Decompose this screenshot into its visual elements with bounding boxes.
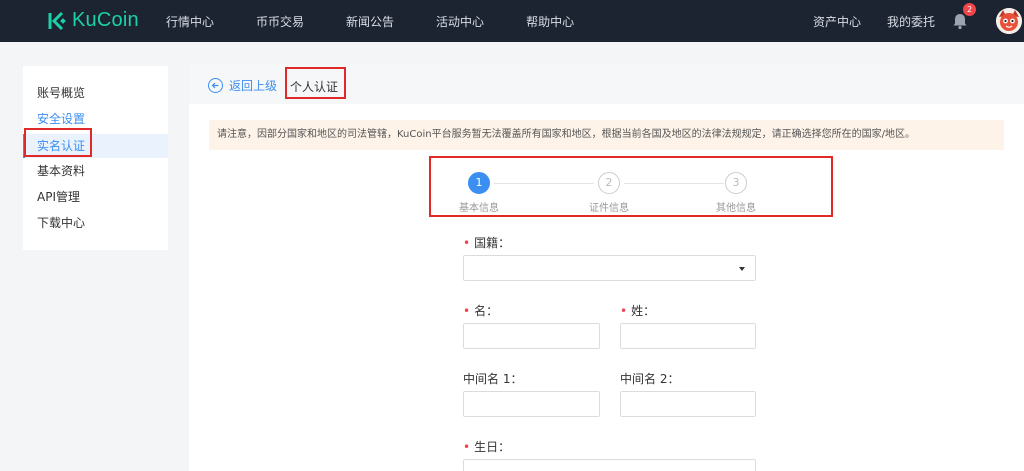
brand-name: KuCoin: [72, 9, 139, 31]
page-title: 个人认证: [290, 80, 339, 94]
back-button[interactable]: 返回上级: [208, 77, 277, 94]
last-name-label: • 姓：: [620, 304, 656, 318]
step-connector: [494, 183, 594, 184]
chevron-down-icon: [739, 267, 745, 271]
user-nav: 资产中心 我的委托: [813, 0, 961, 42]
nav-markets[interactable]: 行情中心: [166, 13, 214, 30]
sidebar-item-security[interactable]: 安全设置: [23, 107, 168, 131]
middle-name-2-label: 中间名 2：: [620, 372, 680, 386]
step-3-indicator: 3: [725, 172, 747, 194]
birthday-input[interactable]: [463, 459, 756, 471]
nationality-select[interactable]: [463, 255, 756, 281]
notification-badge: 2: [963, 3, 976, 16]
avatar[interactable]: [996, 8, 1022, 34]
first-name-input[interactable]: [463, 323, 600, 349]
first-name-label: • 名：: [463, 304, 499, 318]
nav-help-center[interactable]: 帮助中心: [526, 13, 574, 30]
nav-news[interactable]: 新闻公告: [346, 13, 394, 30]
step-1-indicator: 1: [468, 172, 490, 194]
sidebar-item-basic-info[interactable]: 基本资料: [23, 159, 168, 183]
birthday-label: • 生日：: [463, 440, 511, 454]
step-2-indicator: 2: [598, 172, 620, 194]
middle-name-2-input[interactable]: [620, 391, 756, 417]
breadcrumb: 返回上级 个人认证: [189, 64, 1024, 104]
back-arrow-icon: [208, 78, 223, 93]
nav-spot-trading[interactable]: 币币交易: [256, 13, 304, 30]
nav-activities[interactable]: 活动中心: [436, 13, 484, 30]
step-3-label: 其他信息: [716, 203, 756, 214]
sidebar-item-account-overview[interactable]: 账号概览: [23, 81, 168, 105]
jurisdiction-notice: 请注意，因部分国家和地区的司法管辖，KuCoin平台服务暂无法覆盖所有国家和地区…: [209, 120, 1004, 150]
step-connector: [624, 183, 724, 184]
last-name-input[interactable]: [620, 323, 756, 349]
step-2-label: 证件信息: [589, 203, 629, 214]
step-1-label: 基本信息: [459, 203, 499, 214]
sidebar-item-downloads[interactable]: 下载中心: [23, 211, 168, 235]
nav-assets[interactable]: 资产中心: [813, 13, 861, 30]
middle-name-1-input[interactable]: [463, 391, 600, 417]
nationality-label: • 国籍：: [463, 236, 511, 250]
kyc-stepper: 1 2 3 基本信息 证件信息 其他信息: [444, 172, 756, 218]
account-sidebar: 账号概览 安全设置 实名认证 基本资料 API管理 下载中心: [23, 66, 168, 250]
sidebar-item-kyc[interactable]: 实名认证: [23, 134, 168, 158]
main-nav: 行情中心 币币交易 新闻公告 活动中心 帮助中心: [166, 0, 616, 42]
kucoin-logo[interactable]: KuCoin: [46, 9, 139, 32]
sidebar-item-api[interactable]: API管理: [23, 185, 168, 209]
nav-my-orders[interactable]: 我的委托: [887, 13, 935, 30]
middle-name-1-label: 中间名 1：: [463, 372, 523, 386]
back-label: 返回上级: [229, 79, 278, 93]
kucoin-logo-icon: [46, 10, 68, 32]
top-nav-bar: KuCoin 行情中心 币币交易 新闻公告 活动中心 帮助中心 资产中心 我的委…: [0, 0, 1024, 42]
